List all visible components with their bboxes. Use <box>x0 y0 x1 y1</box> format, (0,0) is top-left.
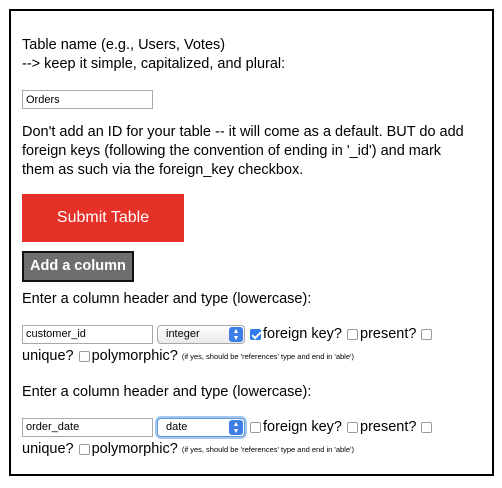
table-name-label: Table name (e.g., Users, Votes) <box>22 37 226 53</box>
present-label: present? <box>360 419 417 435</box>
foreign-key-checkbox[interactable] <box>250 421 261 433</box>
column-type-select[interactable]: integer ▲ ▼ <box>157 324 245 344</box>
present-checkbox[interactable] <box>347 328 358 340</box>
column-block-2: Enter a column header and type (lowercas… <box>22 383 487 459</box>
column-type-value: date <box>166 420 188 433</box>
polymorphic-note: (if yes, should be 'references' type and… <box>181 444 354 454</box>
add-column-button[interactable]: Add a column <box>22 251 134 282</box>
instructions-line-3: them as such via the foreign_key checkbo… <box>22 162 304 178</box>
unique-label: unique? <box>22 441 74 457</box>
present-label: present? <box>360 326 417 342</box>
instructions-line-2: foreign keys (following the convention o… <box>22 143 442 159</box>
table-name-input[interactable] <box>22 90 153 109</box>
unique-checkbox[interactable] <box>421 421 433 433</box>
foreign-key-label: foreign key? <box>263 419 342 435</box>
foreign-key-checkbox[interactable] <box>250 328 261 340</box>
instructions-line-1: Don't add an ID for your table -- it wil… <box>22 124 464 140</box>
column-prompt: Enter a column header and type (lowercas… <box>22 384 312 400</box>
polymorphic-checkbox[interactable] <box>78 350 90 362</box>
column-block-1: Enter a column header and type (lowercas… <box>22 290 487 366</box>
foreign-key-label: foreign key? <box>263 326 342 342</box>
present-checkbox[interactable] <box>347 421 358 433</box>
polymorphic-checkbox[interactable] <box>78 443 90 455</box>
polymorphic-note: (if yes, should be 'references' type and… <box>181 351 354 361</box>
polymorphic-label: polymorphic? <box>91 441 178 457</box>
table-name-hint: --> keep it simple, capitalized, and plu… <box>22 56 286 72</box>
column-type-value: integer <box>166 327 200 340</box>
form-content: Table name (e.g., Users, Votes) --> keep… <box>22 36 487 459</box>
column-prompt: Enter a column header and type (lowercas… <box>22 291 312 307</box>
unique-checkbox[interactable] <box>421 328 433 340</box>
column-header-input[interactable] <box>22 417 153 437</box>
chevron-updown-icon: ▲ ▼ <box>229 419 243 435</box>
chevron-updown-icon: ▲ ▼ <box>229 326 243 342</box>
form-panel: Table name (e.g., Users, Votes) --> keep… <box>9 9 494 476</box>
polymorphic-label: polymorphic? <box>91 348 178 364</box>
submit-table-button[interactable]: Submit Table <box>22 194 184 242</box>
unique-label: unique? <box>22 348 74 364</box>
column-type-select[interactable]: date ▲ ▼ <box>157 417 245 437</box>
column-header-input[interactable] <box>22 324 153 344</box>
